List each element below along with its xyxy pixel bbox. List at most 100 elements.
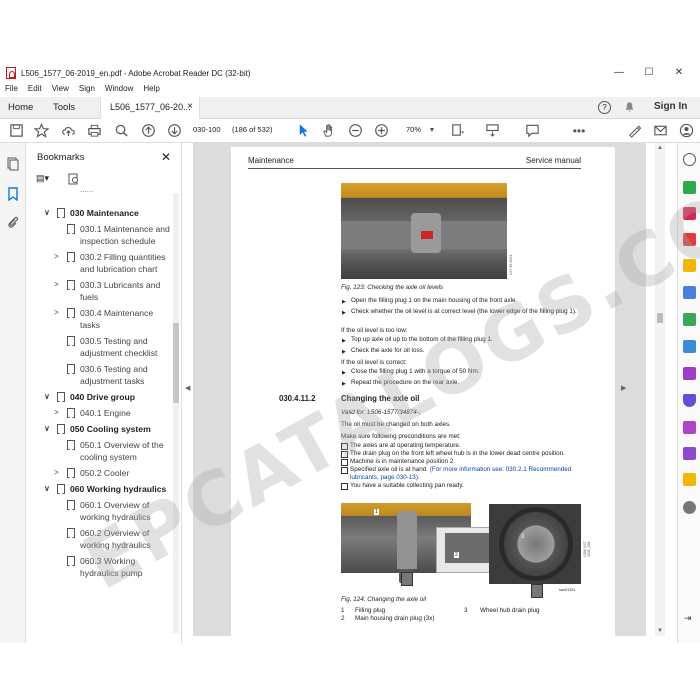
valid-for: Valid for: L506-1577/34874-; [341, 409, 421, 417]
bookmarks-panel: Bookmarks ✕ ▤▾ ...... ∨030 Maintenance 0… [26, 143, 182, 643]
account-icon[interactable] [678, 123, 694, 139]
bookmark-item[interactable]: >050.2 Cooler [26, 467, 174, 479]
bookmark-item[interactable]: >030.2 Filling quantities and lubricatio… [26, 251, 174, 275]
print-icon[interactable] [86, 123, 102, 139]
maximize-button[interactable]: ☐ [634, 62, 664, 84]
fill-sign-icon[interactable] [626, 123, 642, 139]
expand-pane-icon[interactable]: ⇥ [684, 613, 692, 624]
close-window-button[interactable]: ✕ [664, 62, 694, 84]
combine-files-icon[interactable] [683, 286, 696, 299]
page-fit-icon[interactable] [449, 123, 465, 139]
document-scrollbar[interactable]: ▲ ▼ [655, 143, 665, 636]
bookmark-icon [57, 484, 65, 494]
zoom-search-icon[interactable] [113, 123, 129, 139]
bookmark-item[interactable]: ∨060 Working hydraulics [26, 483, 174, 495]
bookmark-item[interactable]: 030.5 Testing and adjustment checklist [26, 335, 174, 359]
bookmark-item[interactable]: >030.4 Maintenance tasks [26, 307, 174, 331]
scroll-mode-icon[interactable] [484, 123, 500, 139]
bookmark-icon [67, 280, 75, 290]
zoom-out-icon[interactable] [347, 123, 363, 139]
menu-window[interactable]: Window [105, 84, 133, 97]
page-number-input[interactable]: 030-100 [193, 125, 221, 134]
create-pdf-icon[interactable] [683, 207, 696, 220]
previous-page-icon[interactable] [140, 123, 156, 139]
tab-document[interactable]: L506_1577_06-20... × [100, 97, 200, 119]
bookmark-item[interactable]: >030.3 Lubricants and fuels [26, 279, 174, 303]
precondition-item: The drain plug on the front left wheel h… [350, 450, 585, 458]
protect-icon[interactable] [683, 394, 696, 407]
bookmark-icon [57, 424, 65, 434]
menu-sign[interactable]: Sign [79, 84, 95, 97]
search-bookmark-icon[interactable] [68, 173, 80, 185]
bookmark-icon [67, 308, 75, 318]
page-thumbnails-icon[interactable] [6, 157, 20, 171]
menu-help[interactable]: Help [143, 84, 159, 97]
bookmark-item[interactable]: 060.1 Overview of working hydraulics [26, 499, 174, 523]
bookmark-icon [67, 224, 75, 234]
zoom-chevron-down-icon[interactable]: ▼ [424, 123, 440, 139]
bookmark-item[interactable]: 050.1 Overview of the cooling system [26, 439, 174, 463]
request-signature-icon[interactable] [683, 447, 696, 460]
header-left: Maintenance [248, 156, 294, 165]
tab-document-label: L506_1577_06-20... [110, 102, 191, 112]
scroll-down-icon[interactable]: ▼ [657, 628, 663, 634]
next-page-icon[interactable] [166, 123, 182, 139]
bookmarks-tree: ∨030 Maintenance 030.1 Maintenance and i… [26, 193, 174, 583]
scroll-up-icon[interactable]: ▲ [657, 145, 663, 151]
precondition-item: Specified axle oil is at hand. (For more… [350, 466, 590, 482]
zoom-level-dropdown[interactable]: 70% [406, 125, 421, 134]
bookmark-item[interactable]: 060.3 Working hydraulics pump [26, 555, 174, 579]
more-tools-icon[interactable]: ••• [571, 123, 587, 139]
star-icon[interactable] [33, 123, 49, 139]
more-tools-icon[interactable] [683, 501, 696, 514]
tab-home[interactable]: Home [8, 102, 33, 113]
attachment-icon[interactable] [6, 215, 20, 229]
close-panel-icon[interactable]: ✕ [161, 150, 171, 164]
prepare-form-icon[interactable] [683, 421, 696, 434]
menu-edit[interactable]: Edit [28, 84, 42, 97]
bookmark-item[interactable]: >040.1 Engine [26, 407, 174, 419]
email-icon[interactable] [652, 123, 668, 139]
callout-3: 3 [521, 534, 524, 540]
figure-123-caption: Fig. 123: Checking the axle oil levels [341, 284, 443, 291]
bookmark-options-icon[interactable]: ▤▾ [36, 173, 58, 185]
bookmark-item[interactable]: 030.6 Testing and adjustment tasks [26, 363, 174, 387]
organize-pages-icon[interactable] [683, 313, 696, 326]
edit-pdf-icon[interactable] [683, 233, 696, 246]
comment-icon[interactable] [524, 123, 540, 139]
step-text: Top up axle oil up to the bottom of the … [351, 336, 581, 344]
menu-file[interactable]: File [5, 84, 18, 97]
condition-text: If the oil level is correct: [341, 359, 407, 367]
scrollbar-thumb[interactable] [173, 323, 179, 403]
collapse-right-panel-icon[interactable]: ▶ [621, 384, 626, 392]
sign-in-button[interactable]: Sign In [654, 101, 687, 112]
zoom-in-icon[interactable] [373, 123, 389, 139]
bell-icon[interactable] [624, 101, 635, 113]
minimize-button[interactable]: — [604, 62, 634, 84]
tab-tools[interactable]: Tools [53, 102, 75, 113]
bookmark-item[interactable]: 060.2 Overview of working hydraulics [26, 527, 174, 551]
fill-and-sign-icon[interactable] [683, 367, 696, 380]
scan-ocr-icon[interactable] [683, 340, 696, 353]
document-viewer[interactable]: Maintenance Service manual LS7 56 0031 F… [193, 143, 646, 636]
select-cursor-icon[interactable] [295, 123, 311, 139]
bookmark-item[interactable]: 030.1 Maintenance and inspection schedul… [26, 223, 174, 247]
close-tab-icon[interactable]: × [187, 101, 193, 112]
bookmark-item[interactable]: ∨030 Maintenance [26, 207, 174, 219]
save-icon[interactable] [8, 123, 24, 139]
cloud-upload-icon[interactable] [60, 123, 76, 139]
collapse-left-panel-icon[interactable]: ◀ [185, 384, 190, 392]
preconditions-heading: Make sure following preconditions are me… [341, 433, 461, 441]
bookmarks-scrollbar[interactable] [173, 193, 179, 633]
help-icon[interactable]: ? [598, 101, 611, 114]
menu-view[interactable]: View [52, 84, 69, 97]
bookmark-item[interactable]: ∨050 Cooling system [26, 423, 174, 435]
bookmark-item[interactable]: ∨040 Drive group [26, 391, 174, 403]
export-pdf-icon[interactable] [683, 181, 696, 194]
hand-tool-icon[interactable] [320, 123, 336, 139]
scrollbar-thumb[interactable] [657, 313, 663, 323]
send-for-review-icon[interactable] [683, 473, 696, 486]
bookmark-panel-icon[interactable] [6, 187, 20, 201]
comment-tool-icon[interactable] [683, 259, 696, 272]
search-tool-icon[interactable] [683, 153, 696, 166]
